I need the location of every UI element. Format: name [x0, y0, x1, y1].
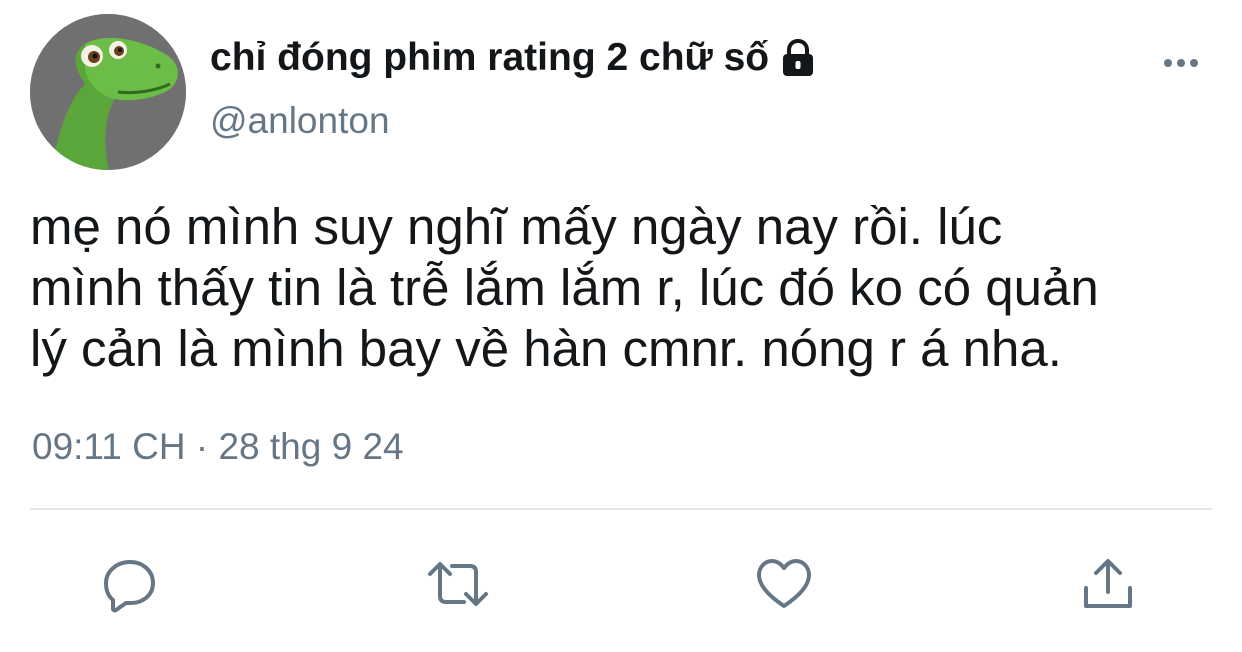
more-options-icon[interactable]	[1156, 48, 1206, 78]
tweet-card: chỉ đóng phim rating 2 chữ số @anlonton …	[0, 0, 1242, 652]
like-button[interactable]	[752, 552, 816, 616]
reply-bubble-icon	[104, 560, 155, 613]
display-name-row: chỉ đóng phim rating 2 chữ số	[210, 30, 819, 86]
share-button[interactable]	[1076, 552, 1140, 616]
share-upload-icon	[1084, 559, 1132, 608]
user-avatar[interactable]	[30, 14, 186, 170]
display-name[interactable]: chỉ đóng phim rating 2 chữ số	[210, 36, 769, 80]
heart-icon	[757, 559, 811, 608]
retweet-icon	[428, 562, 488, 606]
retweet-button[interactable]	[426, 552, 490, 616]
tweet-timestamp[interactable]: 09:11 CH · 28 thg 9 24	[32, 426, 404, 468]
tweet-text: mẹ nó mình suy nghĩ mấy ngày nay rồi. lú…	[30, 198, 1099, 377]
lock-icon	[777, 37, 819, 79]
user-handle[interactable]: @anlonton	[210, 100, 390, 142]
dinosaur-avatar-icon	[30, 14, 186, 170]
divider	[30, 508, 1212, 510]
reply-button[interactable]	[98, 552, 162, 616]
